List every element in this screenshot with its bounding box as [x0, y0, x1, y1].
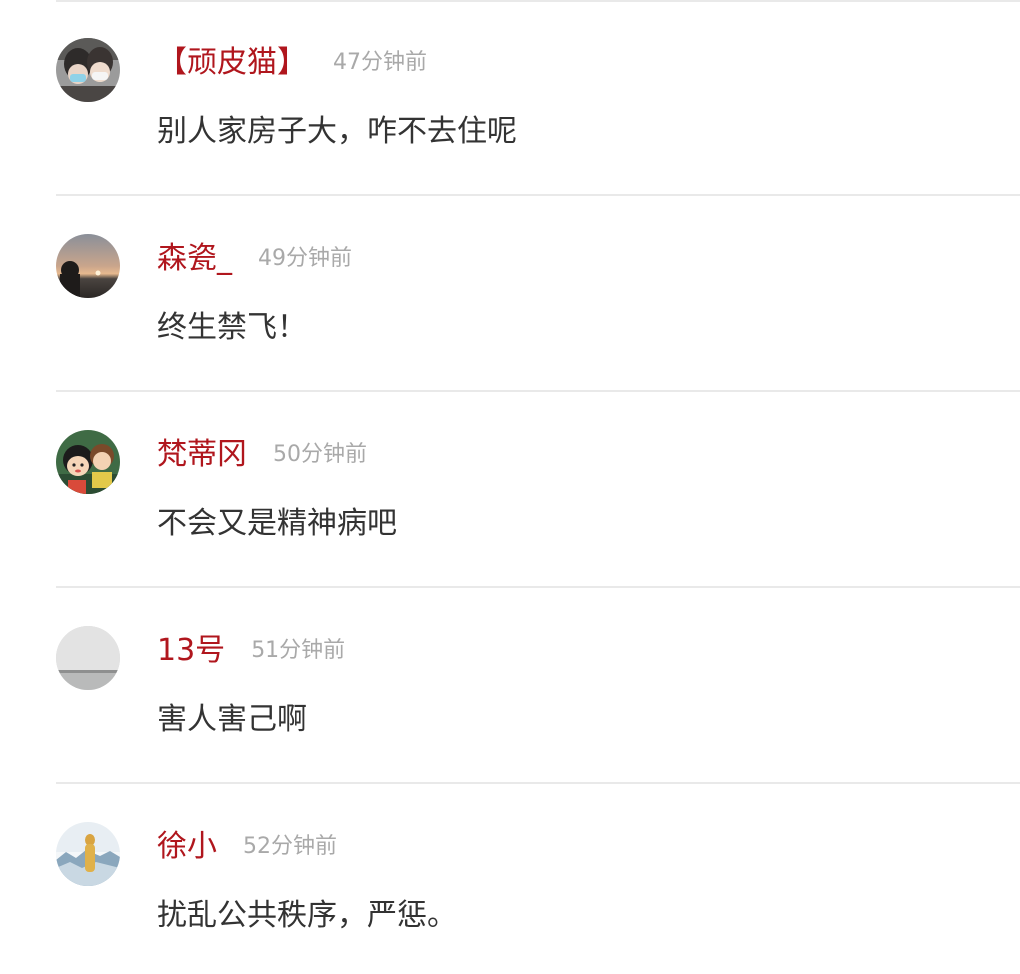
comment-item: 森瓷_ 49分钟前 终生禁飞！	[0, 196, 1020, 392]
comment-header: 梵蒂冈 50分钟前	[157, 432, 367, 478]
comment-header: 【顽皮猫】 47分钟前	[157, 40, 427, 86]
foggy-sea-photo-icon	[56, 626, 120, 690]
cartoon-girl-avatar-icon	[56, 430, 120, 494]
avatar[interactable]	[56, 38, 120, 102]
username[interactable]: 徐小	[157, 824, 217, 870]
timestamp: 51分钟前	[251, 638, 346, 663]
avatar[interactable]	[56, 430, 120, 494]
comment-item: 梵蒂冈 50分钟前 不会又是精神病吧	[0, 392, 1020, 588]
comment-list: 【顽皮猫】 47分钟前 别人家房子大，咋不去住呢 森瓷_ 49分钟前 终生禁飞！…	[0, 0, 1020, 974]
comment-item: 【顽皮猫】 47分钟前 别人家房子大，咋不去住呢	[0, 0, 1020, 196]
timestamp: 47分钟前	[333, 50, 427, 75]
username[interactable]: 13号	[157, 628, 225, 674]
sunset-silhouette-photo-icon	[56, 234, 120, 298]
snow-landscape-photo-icon	[56, 822, 120, 886]
comment-item: 13号 51分钟前 害人害己啊	[0, 588, 1020, 784]
username[interactable]: 【顽皮猫】	[157, 40, 307, 86]
username[interactable]: 梵蒂冈	[157, 432, 247, 478]
avatar[interactable]	[56, 234, 120, 298]
username[interactable]: 森瓷_	[157, 236, 232, 282]
comment-text: 不会又是精神病吧	[157, 506, 397, 541]
comment-text: 别人家房子大，咋不去住呢	[157, 114, 517, 149]
comment-header: 徐小 52分钟前	[157, 824, 337, 870]
timestamp: 50分钟前	[273, 442, 367, 467]
couple-masks-photo-icon	[56, 38, 120, 102]
comment-text: 害人害己啊	[157, 702, 307, 737]
timestamp: 49分钟前	[258, 246, 352, 271]
avatar[interactable]	[56, 626, 120, 690]
comment-text: 终生禁飞！	[157, 310, 307, 345]
timestamp: 52分钟前	[243, 834, 337, 859]
comment-header: 13号 51分钟前	[157, 628, 345, 674]
avatar[interactable]	[56, 822, 120, 886]
comment-header: 森瓷_ 49分钟前	[157, 236, 352, 282]
comment-text: 扰乱公共秩序，严惩。	[157, 898, 457, 933]
comment-item: 徐小 52分钟前 扰乱公共秩序，严惩。	[0, 784, 1020, 974]
